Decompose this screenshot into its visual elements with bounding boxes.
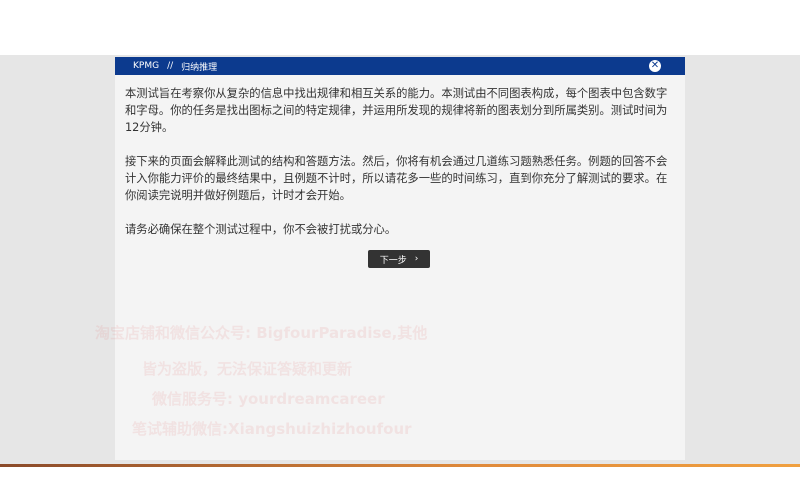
structure-paragraph: 接下来的页面会解释此测试的结构和答题方法。然后，你将有机会通过几道练习题熟悉任务… [125,155,668,202]
breadcrumb-separator: // [167,61,174,71]
chevron-right-icon: › [414,254,419,264]
intro-paragraph: 本测试旨在考察你从复杂的信息中找出规律和相互关系的能力。本测试由不同图表构成，每… [125,87,668,134]
dialog-body: 本测试旨在考察你从复杂的信息中找出规律和相互关系的能力。本测试由不同图表构成，每… [115,75,685,238]
watermark-line: 笔试辅助微信:Xiangshuizhizhoufour [132,420,412,438]
watermark-line: 淘宝店铺和微信公众号: BigfourParadise,其他 [95,324,428,342]
bottom-accent-line [0,464,800,467]
next-button-label: 下一步 [379,255,407,266]
brand-label: KPMG [133,61,160,71]
watermark-line: 皆为盗版，无法保证答疑和更新 [142,360,353,378]
watermark-line: 微信服务号: yourdreamcareer [152,390,385,408]
dialog-title: 归纳推理 [181,62,218,73]
next-button[interactable]: 下一步 › [368,250,430,268]
dialog-header: KPMG // 归纳推理 ✕ [115,57,685,75]
close-icon[interactable]: ✕ [649,60,661,72]
focus-paragraph: 请务必确保在整个测试过程中，你不会被打扰或分心。 [125,223,397,236]
